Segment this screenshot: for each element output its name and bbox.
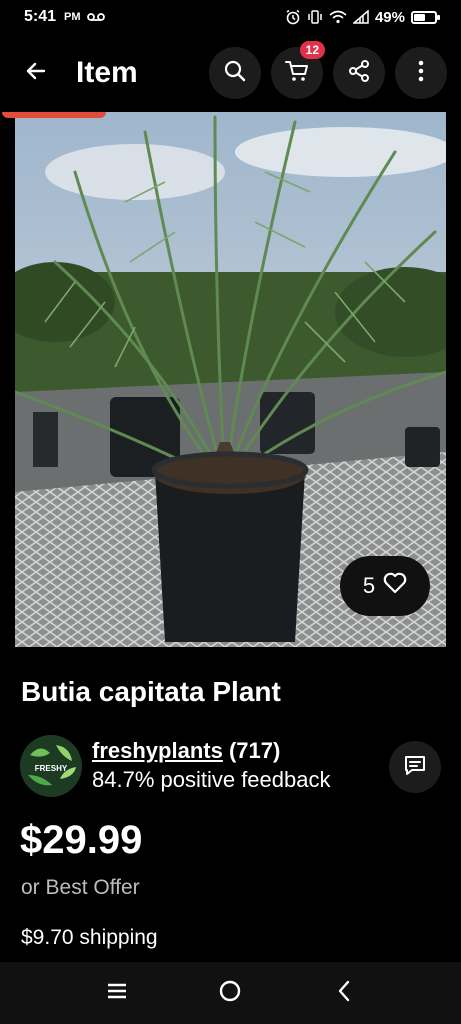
seller-avatar[interactable]: FRESHY: [20, 735, 82, 797]
back-icon: [337, 980, 351, 1007]
message-icon: [403, 753, 427, 782]
status-ampm: PM: [64, 11, 81, 23]
status-left: 5:41 PM: [24, 8, 105, 26]
nav-back-button[interactable]: [314, 968, 374, 1018]
more-vert-icon: [417, 59, 425, 88]
cart-button[interactable]: 12: [271, 41, 325, 99]
price: $29.99: [20, 818, 143, 862]
battery-fill: [414, 13, 425, 21]
status-right: 49%: [285, 8, 440, 26]
search-button[interactable]: [209, 47, 261, 99]
battery-percent: 49%: [374, 8, 405, 26]
cart-icon: [284, 59, 310, 88]
status-bar: 5:41 PM 49%: [0, 0, 461, 34]
back-button[interactable]: [16, 53, 56, 93]
recents-button[interactable]: [87, 968, 147, 1018]
best-offer-label: or Best Offer: [21, 876, 140, 899]
page-title: Item: [76, 56, 138, 89]
share-button[interactable]: [333, 47, 385, 99]
status-time: 5:41: [24, 8, 57, 25]
signal-icon: [352, 10, 369, 24]
search-icon: [223, 59, 247, 88]
voicemail-icon: [86, 12, 105, 22]
alarm-icon: [285, 9, 301, 25]
seller-name-row: freshyplants (717): [92, 738, 280, 764]
back-arrow-icon: [24, 59, 48, 88]
message-seller-button[interactable]: [389, 741, 441, 793]
watch-button[interactable]: 5: [340, 556, 430, 616]
wifi-icon: [329, 10, 347, 24]
heart-icon: [383, 572, 407, 600]
system-nav-bar: [0, 962, 461, 1024]
listing-title: Butia capitata Plant: [21, 676, 281, 707]
app-bar: Item 12: [0, 34, 461, 112]
vibrate-icon: [307, 9, 323, 25]
home-icon: [218, 979, 242, 1008]
seller-name-link[interactable]: freshyplants: [92, 738, 223, 763]
image-top-tag: [2, 112, 106, 118]
more-options-button[interactable]: [395, 47, 447, 99]
seller-feedback: 84.7% positive feedback: [92, 767, 331, 792]
avatar-logo-text: FRESHY: [35, 764, 68, 773]
share-icon: [347, 59, 371, 88]
freshy-logo: FRESHY: [20, 735, 82, 797]
cart-count-badge: 12: [299, 41, 325, 59]
shipping-cost: $9.70 shipping: [21, 926, 158, 949]
watch-count: 5: [362, 573, 376, 598]
seller-rating-count: (717): [228, 738, 281, 763]
battery-icon: [411, 10, 440, 24]
home-button[interactable]: [200, 968, 260, 1018]
recents-icon: [107, 983, 127, 1004]
